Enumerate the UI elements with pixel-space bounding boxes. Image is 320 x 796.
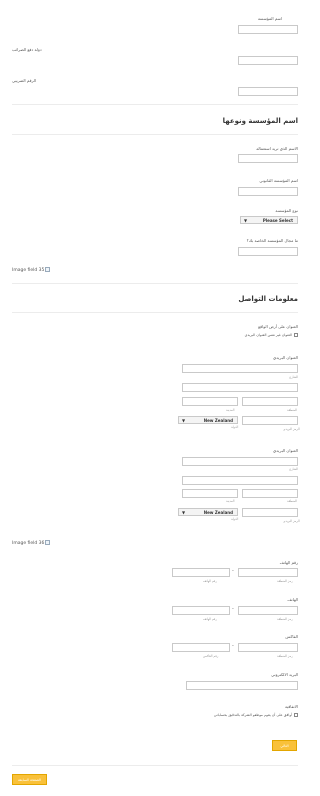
country-value: New Zealand <box>203 417 233 423</box>
mobile-area-sublabel: رمز المنطقة <box>277 617 293 621</box>
country2-value: New Zealand <box>203 509 233 515</box>
phone-number-input[interactable] <box>172 568 230 577</box>
dash-separator: - <box>232 606 234 612</box>
mobile-area-input[interactable] <box>238 606 298 615</box>
physical-address-label: العنوان على أرض الواقع <box>258 324 298 329</box>
email-label: البريد الالكتروني <box>271 672 298 677</box>
tax-number-input[interactable] <box>238 87 298 96</box>
divider <box>12 104 298 105</box>
divider <box>12 312 298 313</box>
street-input[interactable] <box>182 364 298 373</box>
different-postal-checkbox[interactable]: العنوان غير نفس العنوان البريدي <box>245 333 298 337</box>
phone-number-sublabel: رقم الهاتف <box>203 579 217 583</box>
org-name-input[interactable] <box>238 25 298 34</box>
agreement-label: الاتفاقية <box>284 704 298 709</box>
mobile-label: الهاتف <box>287 597 298 602</box>
fax-number-input[interactable] <box>172 643 230 652</box>
postcode-sublabel: الرمز البريدي <box>283 427 300 431</box>
divider <box>12 765 298 766</box>
agreement-check-label: أوافق على أن يقوم موظفو الشركة بالتدقيق … <box>213 713 292 717</box>
street2-line2-input[interactable] <box>182 476 298 485</box>
dash-separator: - <box>232 568 234 574</box>
fax-number-sublabel: رقم الفاكس <box>203 654 219 658</box>
tax-country-label: دولة دفع الضرائب <box>12 47 42 52</box>
divider <box>12 134 298 135</box>
city2-input[interactable] <box>182 489 238 498</box>
image-field-label: Image field 35 <box>12 268 45 273</box>
region-input[interactable] <box>242 397 298 406</box>
previous-page-button[interactable]: الصفحة السابقة <box>12 774 47 785</box>
country2-select[interactable]: ▼ New Zealand <box>178 508 238 516</box>
mobile-number-input[interactable] <box>172 606 230 615</box>
country-select[interactable]: ▼ New Zealand <box>178 416 238 424</box>
org-type-select[interactable]: ▼ Please Select <box>240 216 298 224</box>
preferred-name-label: الاسم الذي تريد استعماله <box>256 146 298 151</box>
fax-area-input[interactable] <box>238 643 298 652</box>
section-title-org-type: اسم المؤسسة ونوعها <box>222 117 298 125</box>
street2-input[interactable] <box>182 457 298 466</box>
postal-address-2-label: العنوان البريدي <box>273 448 298 453</box>
country2-sublabel: الدولة <box>231 517 239 521</box>
checkbox-icon[interactable] <box>294 333 298 337</box>
field-of-work-input[interactable] <box>238 247 298 256</box>
tax-country-input[interactable] <box>238 56 298 65</box>
legal-name-label: اسم المؤسسة القانوني <box>259 178 298 183</box>
next-button[interactable]: التالي <box>272 740 297 751</box>
phone-area-input[interactable] <box>238 568 298 577</box>
street2-sublabel: الشارع <box>289 467 298 471</box>
phone-area-sublabel: رمز المنطقة <box>277 579 293 583</box>
image-field-36: Image field 36 <box>12 540 51 546</box>
org-type-label: نوع المؤسسة <box>275 208 298 213</box>
city2-sublabel: المدينة <box>226 499 235 503</box>
image-field-label: Image field 36 <box>12 541 45 546</box>
field-of-work-label: ما مجال المؤسسة الخاصة بك؟ <box>246 238 298 243</box>
street-line2-input[interactable] <box>182 383 298 392</box>
country-sublabel: الدولة <box>231 425 239 429</box>
section-title-contact: معلومات التواصل <box>238 295 298 303</box>
preferred-name-input[interactable] <box>238 154 298 163</box>
divider <box>12 283 298 284</box>
postcode2-sublabel: الرمز البريدي <box>283 519 300 523</box>
checkbox-icon[interactable] <box>294 713 298 717</box>
postcode2-input[interactable] <box>242 508 298 517</box>
fax-area-sublabel: رمز المنطقة <box>277 654 293 658</box>
legal-name-input[interactable] <box>238 187 298 196</box>
fax-label: الفاكس <box>285 634 298 639</box>
region-sublabel: المنطقة <box>287 408 297 412</box>
agreement-checkbox[interactable]: أوافق على أن يقوم موظفو الشركة بالتدقيق … <box>214 713 298 717</box>
different-postal-check-label: العنوان غير نفس العنوان البريدي <box>244 333 292 337</box>
city-sublabel: المدينة <box>226 408 235 412</box>
org-type-value: Please Select <box>262 217 293 223</box>
email-input[interactable] <box>186 681 298 690</box>
image-field-35: Image field 35 <box>12 267 51 273</box>
region2-sublabel: المنطقة <box>287 499 297 503</box>
postal-address-label: العنوان البريدي <box>273 355 298 360</box>
mobile-number-sublabel: رقم الهاتف <box>203 617 217 621</box>
org-name-label: اسم المؤسسة <box>257 16 282 21</box>
dash-separator: - <box>232 643 234 649</box>
city-input[interactable] <box>182 397 238 406</box>
phone-label: رقم الهاتف <box>279 560 298 565</box>
region2-input[interactable] <box>242 489 298 498</box>
broken-image-icon <box>45 267 51 272</box>
tax-number-label: الرقم الضريبي <box>12 78 37 83</box>
street-sublabel: الشارع <box>289 375 298 379</box>
broken-image-icon <box>45 540 51 545</box>
postcode-input[interactable] <box>242 416 298 425</box>
